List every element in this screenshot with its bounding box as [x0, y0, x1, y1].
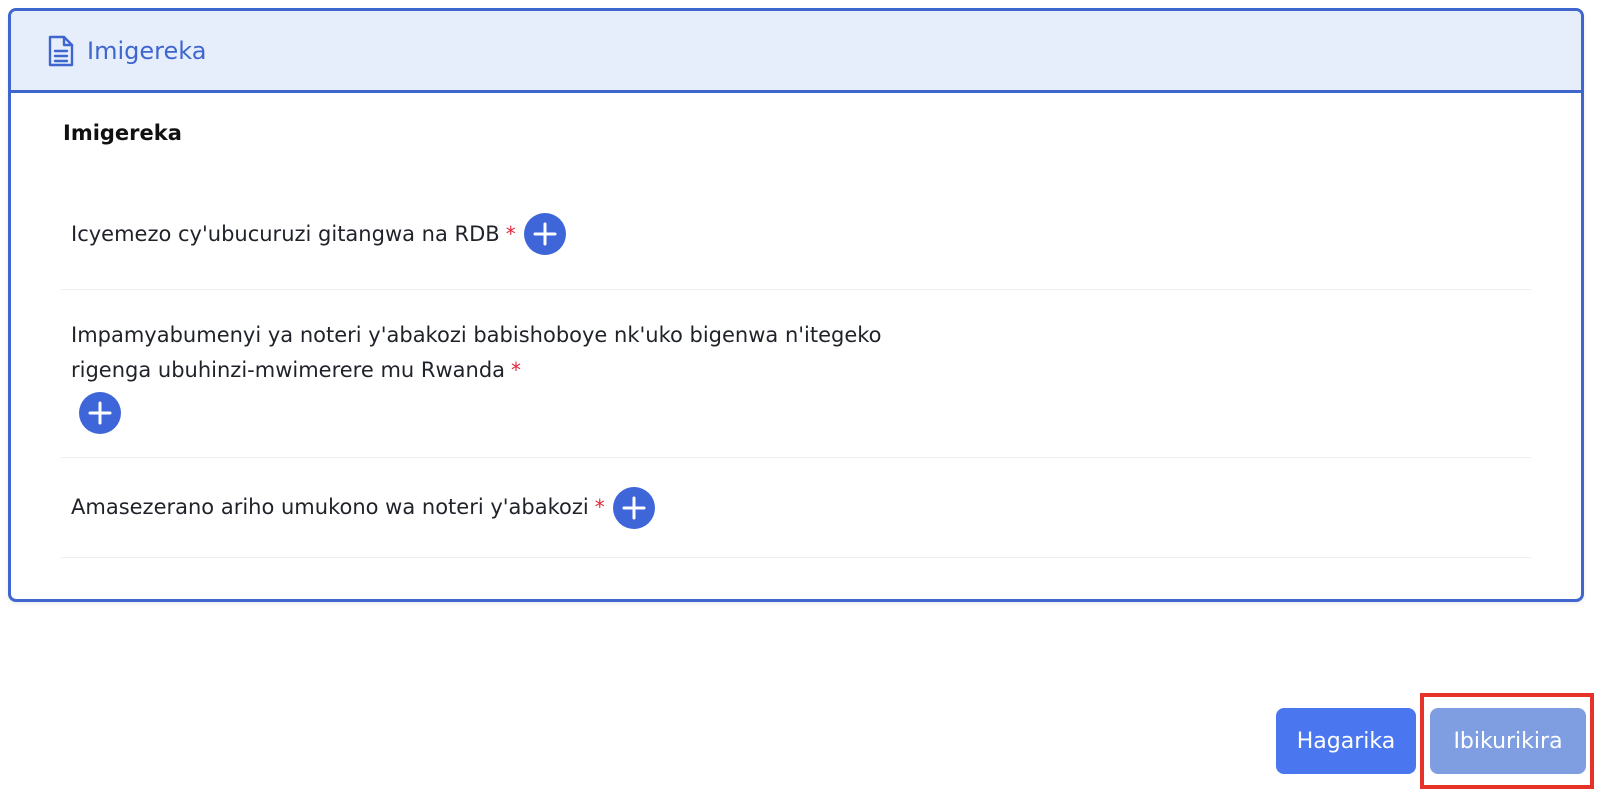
plus-icon [88, 401, 112, 425]
document-row-notary-certificate: Impamyabumenyi ya noteri y'abakozi babis… [61, 290, 1531, 458]
document-row-notary-agreement: Amasezerano ariho umukono wa noteri y'ab… [61, 458, 1531, 558]
plus-icon [533, 222, 557, 246]
required-asterisk: * [505, 221, 516, 246]
card-body: Imigereka Icyemezo cy'ubucuruzi gitangwa… [11, 93, 1581, 558]
document-icon [47, 34, 75, 68]
document-label: Impamyabumenyi ya noteri y'abakozi babis… [71, 318, 951, 388]
required-asterisk: * [511, 358, 522, 382]
card-header: Imigereka [11, 11, 1581, 93]
plus-icon [622, 496, 646, 519]
document-label-text: Impamyabumenyi ya noteri y'abakozi babis… [71, 323, 882, 382]
documents-card: Imigereka Imigereka Icyemezo cy'ubucuruz… [8, 8, 1584, 602]
document-label-text: Icyemezo cy'ubucuruzi gitangwa na RDB [71, 221, 500, 246]
add-document-button[interactable] [612, 486, 655, 529]
next-button[interactable]: Ibikurikira [1430, 708, 1586, 774]
document-label: Icyemezo cy'ubucuruzi gitangwa na RDB * [71, 217, 516, 252]
card-header-title: Imigereka [87, 36, 207, 65]
add-document-button[interactable] [523, 213, 566, 255]
document-label-text: Amasezerano ariho umukono wa noteri y'ab… [71, 495, 589, 519]
cancel-button[interactable]: Hagarika [1276, 708, 1416, 774]
document-label: Amasezerano ariho umukono wa noteri y'ab… [71, 490, 605, 525]
section-title: Imigereka [63, 121, 182, 145]
add-document-button[interactable] [79, 392, 121, 434]
document-row-rdb-certificate: Icyemezo cy'ubucuruzi gitangwa na RDB * [61, 179, 1531, 290]
required-asterisk: * [594, 495, 605, 519]
